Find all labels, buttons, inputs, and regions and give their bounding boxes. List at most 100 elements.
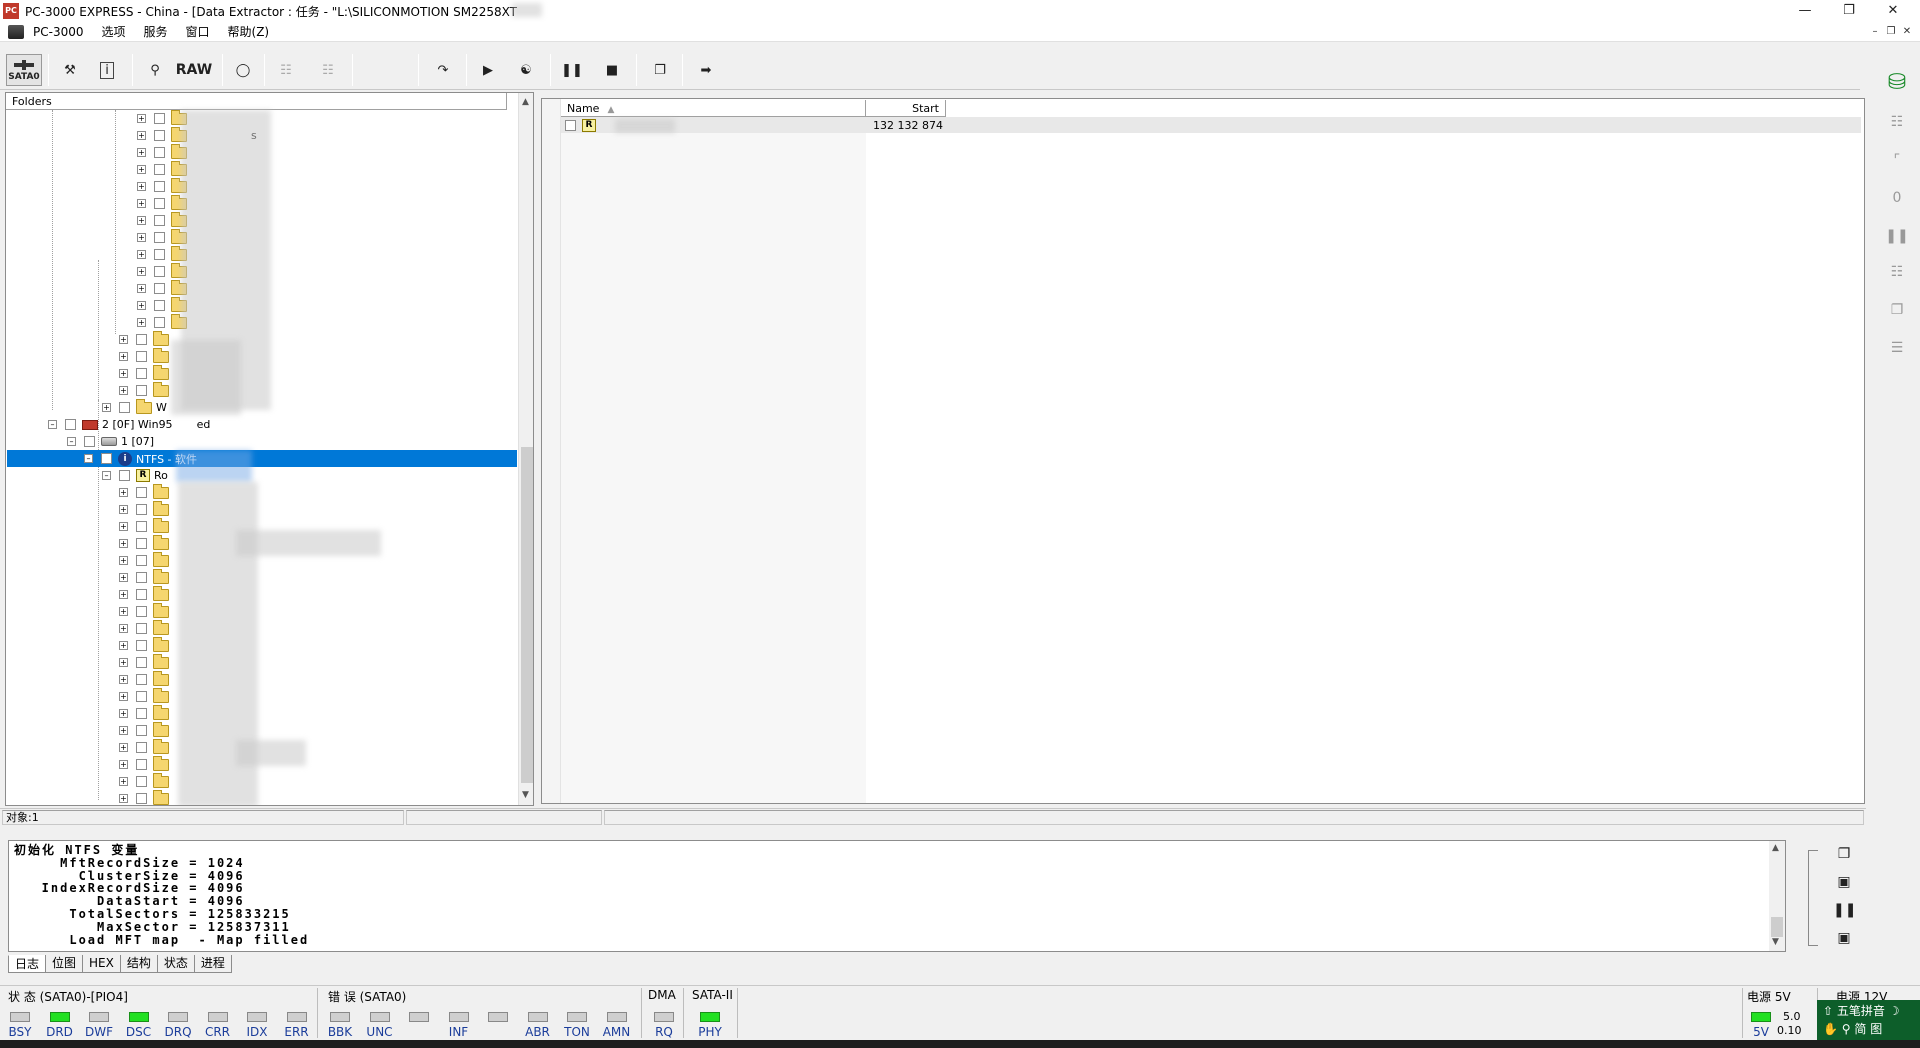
collapse-icon[interactable]: –	[67, 437, 76, 446]
expand-icon[interactable]: +	[119, 522, 128, 531]
tree-checkbox[interactable]	[136, 555, 147, 566]
tree-item[interactable]: + W	[102, 398, 167, 416]
row-checkbox[interactable]	[565, 119, 576, 131]
expand-icon[interactable]: +	[137, 216, 146, 225]
expand-icon[interactable]: +	[137, 165, 146, 174]
log-scrollbar[interactable]: ▲ ▼	[1769, 841, 1785, 951]
raw-button[interactable]: RAW	[176, 54, 212, 86]
expand-icon[interactable]: +	[137, 267, 146, 276]
tree-checkbox[interactable]	[154, 198, 165, 209]
tab-log[interactable]: 日志	[8, 955, 47, 973]
tree-checkbox[interactable]	[136, 334, 147, 345]
expand-icon[interactable]: +	[119, 335, 128, 344]
tree-checkbox[interactable]	[136, 725, 147, 736]
tab-bitmap[interactable]: 位图	[45, 955, 84, 973]
restore-button[interactable]: ❐	[1826, 0, 1872, 22]
expand-icon[interactable]: +	[119, 590, 128, 599]
minimize-button[interactable]: —	[1782, 0, 1828, 22]
tree-checkbox[interactable]	[136, 640, 147, 651]
collapse-icon[interactable]: –	[102, 471, 111, 480]
hand-icon[interactable]: ✋	[1823, 1022, 1838, 1036]
tree-scan-button[interactable]: ☷	[312, 54, 344, 86]
expand-icon[interactable]: +	[119, 607, 128, 616]
expand-icon[interactable]: +	[137, 131, 146, 140]
scroll-up-icon[interactable]: ▲	[522, 97, 529, 107]
tree-item-volume[interactable]: – 1 [07]	[67, 433, 154, 450]
expand-icon[interactable]: +	[119, 675, 128, 684]
tree-checkbox[interactable]	[154, 181, 165, 192]
expand-icon[interactable]: +	[119, 658, 128, 667]
tree-checkbox[interactable]	[136, 708, 147, 719]
expand-icon[interactable]: +	[119, 726, 128, 735]
tree-item[interactable]: +	[119, 602, 173, 620]
expand-icon[interactable]: +	[119, 369, 128, 378]
tree-checkbox[interactable]	[136, 674, 147, 685]
log-clear-icon[interactable]: ▣	[1833, 928, 1855, 948]
tree-checkbox[interactable]	[65, 419, 76, 430]
tab-state[interactable]: 状态	[156, 955, 195, 973]
tree-checkbox[interactable]	[136, 572, 147, 583]
expand-icon[interactable]: +	[102, 403, 111, 412]
folder-tree[interactable]: + +s + + + + + + + + + + + + + + + +W –2…	[6, 109, 518, 805]
sata-port-button[interactable]: SATA0	[6, 54, 42, 86]
log-export-icon[interactable]: ❐	[1833, 844, 1855, 864]
tree-item[interactable]: +	[119, 381, 173, 399]
tree-item[interactable]: +	[119, 347, 173, 365]
tree-item[interactable]: +	[119, 330, 173, 348]
connect-icon[interactable]: ⌜	[1884, 152, 1910, 178]
tree-checkbox[interactable]	[154, 215, 165, 226]
expand-icon[interactable]: +	[137, 233, 146, 242]
tree-checkbox[interactable]	[154, 232, 165, 243]
tree-checkbox[interactable]	[154, 147, 165, 158]
tree-checkbox[interactable]	[154, 266, 165, 277]
expand-icon[interactable]: +	[119, 794, 128, 803]
tree-item[interactable]: +	[119, 653, 173, 671]
tree-item[interactable]: +	[119, 721, 173, 739]
menu-window[interactable]: 窗口	[177, 23, 219, 40]
expand-icon[interactable]: +	[137, 318, 146, 327]
tree-checkbox[interactable]	[136, 623, 147, 634]
tree-checkbox[interactable]	[136, 691, 147, 702]
menu-options[interactable]: 选项	[92, 23, 134, 40]
tree-checkbox[interactable]	[136, 589, 147, 600]
tree-checkbox[interactable]	[136, 742, 147, 753]
expand-icon[interactable]: +	[119, 760, 128, 769]
expand-icon[interactable]: +	[137, 199, 146, 208]
tree-checkbox[interactable]	[154, 130, 165, 141]
network-button[interactable]: ☯	[510, 54, 542, 86]
tree-checkbox[interactable]	[84, 436, 95, 447]
scroll-down-icon[interactable]: ▼	[522, 790, 529, 800]
tools-button[interactable]: ⚒	[58, 54, 82, 86]
tree-checkbox[interactable]	[136, 657, 147, 668]
reset-icon[interactable]: ☷	[1884, 114, 1910, 140]
search-button[interactable]: ⚲	[144, 54, 166, 86]
scroll-down-icon[interactable]: ▼	[1772, 937, 1779, 947]
tree-item-ntfs[interactable]: – i NTFS - 软件	[6, 450, 518, 467]
sliders-icon[interactable]: ☰	[1884, 340, 1910, 366]
expand-icon[interactable]: +	[137, 114, 146, 123]
expand-icon[interactable]: +	[119, 539, 128, 548]
tree-checkbox[interactable]	[154, 300, 165, 311]
tree-checkbox[interactable]	[136, 487, 147, 498]
expand-icon[interactable]: +	[119, 709, 128, 718]
zero-icon[interactable]: 0	[1884, 190, 1910, 216]
tree-item[interactable]: +	[119, 364, 173, 382]
pause-icon[interactable]: ❚❚	[1884, 228, 1910, 254]
collapse-icon[interactable]: –	[84, 454, 93, 463]
tab-hex[interactable]: HEX	[82, 955, 121, 973]
scroll-up-icon[interactable]: ▲	[1772, 843, 1779, 853]
mdi-child-icon[interactable]	[8, 24, 24, 39]
tree-checkbox[interactable]	[136, 504, 147, 515]
tree-item[interactable]: +	[119, 551, 173, 569]
export-button[interactable]: ↷	[430, 54, 456, 86]
expand-icon[interactable]: +	[119, 641, 128, 650]
tree-checkbox[interactable]	[136, 776, 147, 787]
expand-icon[interactable]: +	[137, 301, 146, 310]
log-pause-icon[interactable]: ❚❚	[1833, 900, 1856, 920]
expand-icon[interactable]: +	[137, 250, 146, 259]
merge-icon[interactable]: ☷	[1884, 264, 1910, 290]
tree-item[interactable]: +	[119, 755, 173, 773]
pause-button[interactable]: ❚❚	[560, 54, 584, 86]
expand-icon[interactable]: +	[119, 624, 128, 633]
close-button[interactable]: ✕	[1870, 0, 1916, 22]
